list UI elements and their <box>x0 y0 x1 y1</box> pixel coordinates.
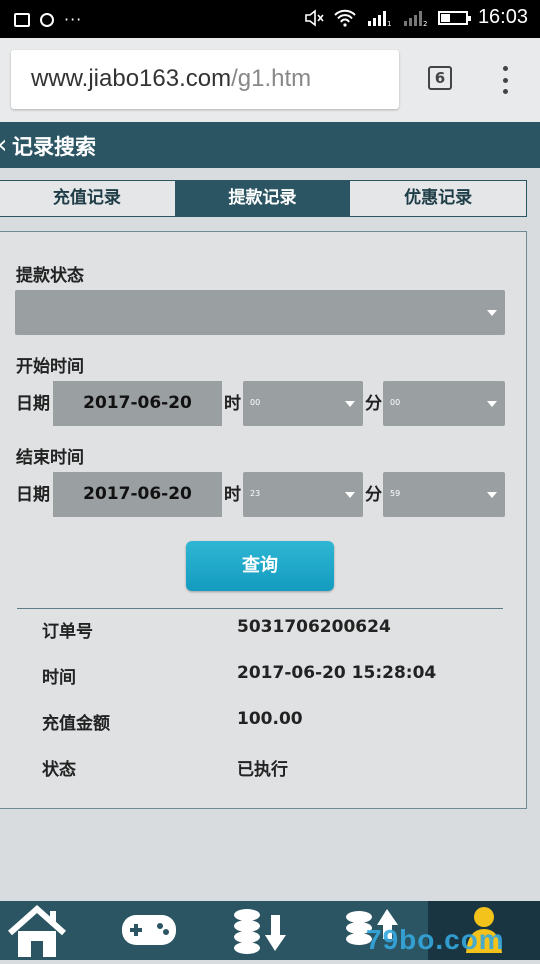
page-title: 记录搜索 <box>12 135 96 159</box>
chat-notification-icon <box>40 12 54 27</box>
query-button[interactable]: 查询 <box>186 541 334 591</box>
watermark: 79bo.com <box>366 924 505 955</box>
svg-text:1: 1 <box>387 20 391 27</box>
browser-toolbar: www.jiabo163.com/g1.htm 6 <box>0 38 540 122</box>
start-hour-value: 00 <box>250 398 261 407</box>
time-label: 时间 <box>42 668 76 688</box>
gamepad-icon <box>122 915 176 945</box>
end-hour-label: 时 <box>224 485 241 505</box>
mute-icon <box>305 8 324 27</box>
url-path: /g1.htm <box>231 65 312 92</box>
chevron-down-icon <box>345 492 355 498</box>
order-number-value: 5031706200624 <box>237 617 391 637</box>
end-minute-value: 59 <box>390 489 401 498</box>
gallery-notification-icon <box>14 12 30 27</box>
start-minute-select[interactable]: 00 <box>383 381 505 426</box>
clock: 16:03 <box>477 6 528 28</box>
time-value: 2017-06-20 15:28:04 <box>237 663 437 683</box>
url-text[interactable]: www.jiabo163.com/g1.htm <box>31 65 311 93</box>
end-date-input[interactable]: 2017-06-20 <box>53 472 222 517</box>
tab-deposit-records[interactable]: 充值记录 <box>0 181 175 216</box>
end-time-label: 结束时间 <box>16 448 84 468</box>
signal-sim1-icon: 1 <box>367 10 391 27</box>
coins-withdraw-icon <box>234 909 286 954</box>
withdrawal-status-label: 提款状态 <box>16 266 84 286</box>
tab-switcher-button[interactable]: 6 <box>428 66 452 90</box>
start-date-label: 日期 <box>16 394 50 414</box>
page-header: ‹ 记录搜索 <box>0 122 540 168</box>
nav-games[interactable] <box>110 901 190 960</box>
start-minute-label: 分 <box>365 394 382 414</box>
status-value: 已执行 <box>237 760 288 780</box>
tab-promotion-records[interactable]: 优惠记录 <box>350 181 526 216</box>
more-notifications-icon: ··· <box>64 10 83 29</box>
chevron-down-icon <box>345 401 355 407</box>
home-icon <box>8 904 66 957</box>
system-status-bar: ··· 1 2 16:03 <box>0 0 540 38</box>
status-label: 状态 <box>42 760 76 780</box>
end-minute-select[interactable]: 59 <box>383 472 505 517</box>
start-date-input[interactable]: 2017-06-20 <box>53 381 222 426</box>
start-time-label: 开始时间 <box>16 357 84 377</box>
end-hour-value: 23 <box>250 489 261 498</box>
amount-label: 充值金额 <box>42 714 110 734</box>
browser-menu-button[interactable] <box>500 66 510 94</box>
start-hour-label: 时 <box>224 394 241 414</box>
end-date-label: 日期 <box>16 485 50 505</box>
address-bar[interactable]: www.jiabo163.com/g1.htm <box>11 50 399 109</box>
url-host: www.jiabo163.com <box>31 65 232 92</box>
svg-text:2: 2 <box>423 20 427 27</box>
wifi-icon <box>334 9 356 27</box>
record-tabs: 充值记录 提款记录 优惠记录 <box>0 180 527 217</box>
chevron-down-icon <box>487 310 497 316</box>
start-minute-value: 00 <box>390 398 401 407</box>
end-minute-label: 分 <box>365 485 382 505</box>
order-number-label: 订单号 <box>42 622 93 642</box>
tab-withdrawal-records[interactable]: 提款记录 <box>174 181 351 216</box>
end-hour-select[interactable]: 23 <box>243 472 363 517</box>
back-icon[interactable]: ‹ <box>0 130 7 160</box>
result-divider <box>17 608 503 609</box>
nav-withdraw[interactable] <box>225 901 305 960</box>
withdrawal-status-select[interactable] <box>15 290 505 335</box>
signal-sim2-icon: 2 <box>403 10 427 27</box>
chevron-down-icon <box>487 401 497 407</box>
nav-home[interactable] <box>0 901 80 960</box>
start-hour-select[interactable]: 00 <box>243 381 363 426</box>
amount-value: 100.00 <box>237 709 303 729</box>
chevron-down-icon <box>487 492 497 498</box>
battery-icon <box>437 10 471 25</box>
